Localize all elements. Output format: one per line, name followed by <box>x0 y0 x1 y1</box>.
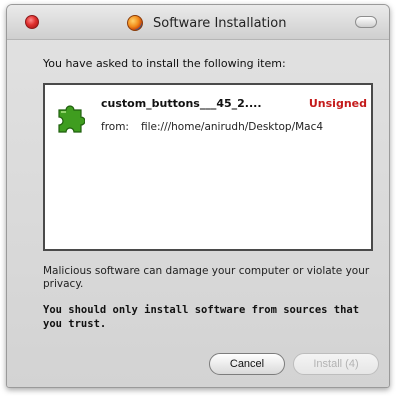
advice-text: You should only install software from so… <box>43 304 360 330</box>
install-dialog: Software Installation You have asked to … <box>6 4 390 388</box>
close-button[interactable] <box>25 15 39 29</box>
cancel-button[interactable]: Cancel <box>209 353 285 375</box>
warning-text: Malicious software can damage your compu… <box>43 265 370 290</box>
title-group: Software Installation <box>127 13 286 33</box>
install-button[interactable]: Install (4) <box>293 353 379 375</box>
window-title: Software Installation <box>153 15 287 31</box>
install-prompt: You have asked to install the following … <box>43 57 286 70</box>
zoom-button[interactable] <box>355 16 377 28</box>
item-name: custom_buttons___45_2.... <box>101 97 262 110</box>
from-path: file:///home/anirudh/Desktop/Mac4 <box>141 121 324 133</box>
firefox-icon <box>127 15 143 31</box>
install-item-list[interactable]: custom_buttons___45_2.... Unsigned from:… <box>43 83 373 251</box>
unsigned-badge: Unsigned <box>308 97 367 110</box>
from-label: from: <box>101 121 129 133</box>
addon-puzzle-icon <box>58 105 85 133</box>
title-bar[interactable]: Software Installation <box>7 5 389 40</box>
